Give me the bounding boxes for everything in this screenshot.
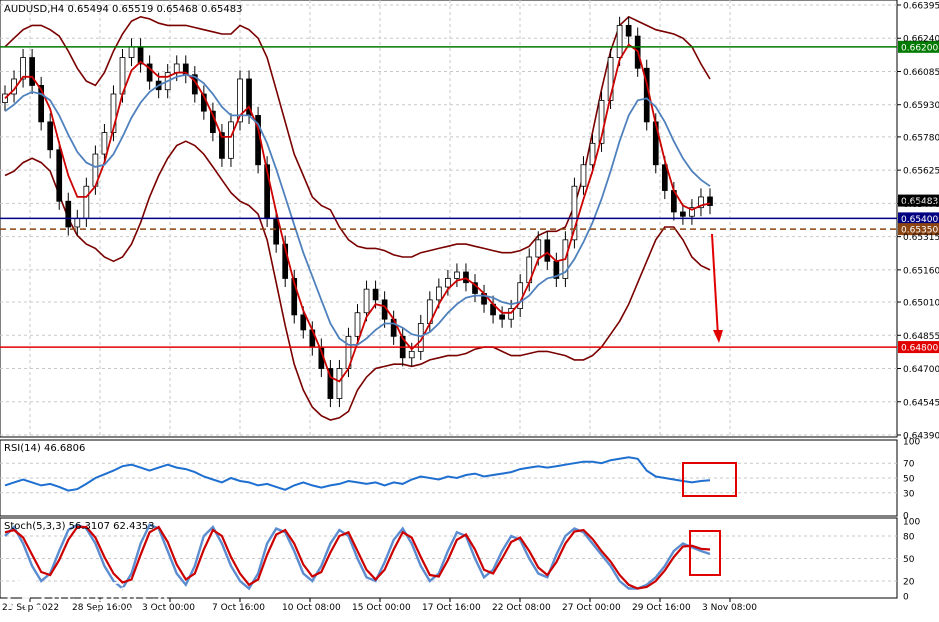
candle-bull bbox=[101, 132, 108, 155]
price-tick-label: 0.65930 bbox=[903, 101, 939, 111]
price-panel: 0.662000.654000.653500.648000.65483 0.66… bbox=[0, 0, 939, 442]
price-tick-label: 0.65625 bbox=[903, 167, 939, 177]
stochastic-tick-label: 100 bbox=[903, 518, 920, 528]
stochastic-tick-label: 80 bbox=[903, 533, 915, 543]
candle-bull bbox=[74, 217, 81, 228]
watermark-tagline: Instant Forex Trading bbox=[52, 606, 168, 619]
candle-bull bbox=[445, 278, 451, 288]
time-tick-label: 22 Oct 08:00 bbox=[492, 603, 551, 613]
candle-bull bbox=[83, 185, 90, 219]
price-tick-label: 0.66395 bbox=[903, 2, 939, 12]
price-tick-label: 0.66085 bbox=[903, 68, 939, 78]
candle-bull bbox=[354, 312, 361, 337]
candle-bear bbox=[65, 200, 72, 228]
candle-bull bbox=[363, 288, 370, 314]
price-tick-label: 0.64545 bbox=[903, 398, 939, 408]
candle-bear bbox=[463, 271, 469, 284]
price-tick-label: 0.64700 bbox=[903, 365, 939, 375]
candle-bull bbox=[580, 164, 587, 187]
rsi-tick-label: 30 bbox=[903, 489, 915, 499]
candle-bear bbox=[372, 288, 379, 301]
candle-bull bbox=[173, 63, 180, 73]
level-price-label: 0.66200 bbox=[901, 43, 938, 53]
candle-bull bbox=[535, 239, 542, 258]
candle-bear bbox=[300, 314, 307, 331]
stochastic-tick-label: 0 bbox=[903, 593, 909, 603]
time-tick-label: 7 Oct 16:00 bbox=[212, 603, 265, 613]
price-tick-label: 0.64855 bbox=[903, 332, 939, 342]
time-tick-label: 3 Nov 08:00 bbox=[702, 603, 757, 613]
price-tick-label: 0.65010 bbox=[903, 299, 939, 309]
candle-bull bbox=[20, 57, 26, 80]
candle-bull bbox=[408, 350, 415, 359]
candle-bear bbox=[625, 24, 632, 37]
instaforex-watermark: instaforex Instant Forex Trading bbox=[4, 576, 194, 620]
price-tick-label: 0.65160 bbox=[903, 266, 939, 276]
candle-bull bbox=[336, 368, 343, 399]
time-tick-label: 17 Oct 16:00 bbox=[422, 603, 481, 613]
stochastic-tick-label: 50 bbox=[903, 555, 915, 565]
rsi-tick-label: 70 bbox=[903, 460, 915, 470]
level-price-label: 0.64800 bbox=[901, 344, 938, 354]
stochastic-label: Stoch(5,3,3) 56.3107 62.4353 bbox=[4, 521, 155, 532]
price-tick-label: 0.65315 bbox=[903, 233, 939, 243]
rsi-panel: 1007050300 RSI(14) 46.6806 bbox=[0, 438, 920, 522]
time-tick-label: 10 Oct 08:00 bbox=[282, 603, 341, 613]
candle-bear bbox=[499, 314, 505, 320]
candle-bear bbox=[47, 121, 54, 151]
candle-bull bbox=[454, 271, 460, 279]
time-tick-label: 29 Oct 16:00 bbox=[632, 603, 691, 613]
candle-bear bbox=[56, 149, 63, 202]
candle-bull bbox=[616, 24, 623, 58]
chart-canvas: 0.662000.654000.653500.648000.65483 0.66… bbox=[0, 0, 939, 622]
watermark-brand: instaforex bbox=[50, 578, 170, 607]
candle-bear bbox=[544, 239, 551, 262]
time-tick-label: 27 Oct 00:00 bbox=[562, 603, 621, 613]
time-tick-label: 15 Oct 00:00 bbox=[352, 603, 411, 613]
price-tick-label: 0.66240 bbox=[903, 35, 939, 45]
price-tick-label: 0.65780 bbox=[903, 133, 939, 143]
stochastic-tick-label: 20 bbox=[903, 578, 915, 588]
candle-bull bbox=[435, 286, 442, 301]
rsi-tick-label: 50 bbox=[903, 475, 915, 485]
candle-bull bbox=[228, 121, 234, 159]
rsi-tick-label: 100 bbox=[903, 438, 920, 448]
instaforex-logo-icon bbox=[7, 579, 45, 617]
candle-bear bbox=[680, 211, 686, 217]
rsi-label: RSI(14) 46.6806 bbox=[4, 443, 85, 454]
candle-bull bbox=[128, 46, 135, 58]
price-tick-label: 0.65470 bbox=[903, 200, 939, 210]
candle-bear bbox=[29, 57, 35, 86]
symbol-header: AUDUSD,H4 0.65494 0.65519 0.65468 0.6548… bbox=[4, 4, 242, 15]
